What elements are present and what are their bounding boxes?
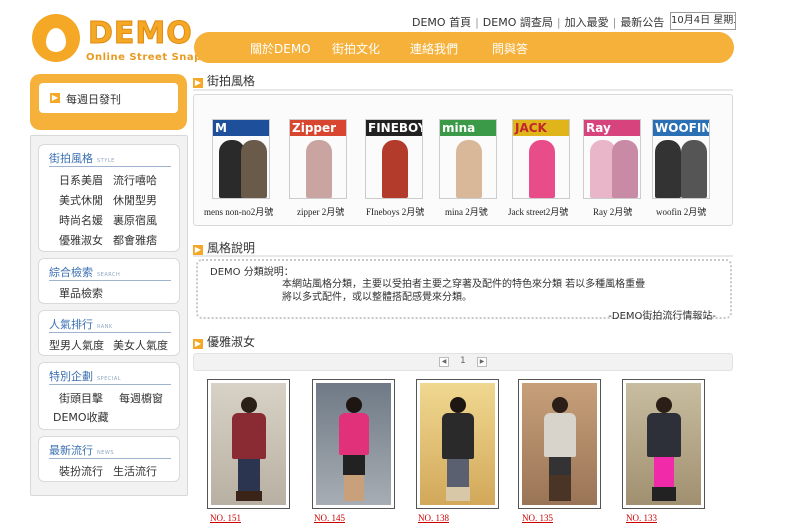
magazine-caption[interactable]: mina 2月號 bbox=[445, 205, 488, 218]
sidebar-item-jp-girl[interactable]: 日系美眉 bbox=[59, 172, 103, 188]
sidebar-section-style: 街拍風格 STYLE 日系美眉 流行嘻哈 美式休閒 休閒型男 時尚名媛 裏原宿風 … bbox=[38, 144, 180, 252]
section-title-street-style: ▶ 街拍風格 bbox=[193, 74, 256, 88]
magazine-cover[interactable]: FINEBOYS bbox=[365, 119, 423, 199]
street-photo[interactable] bbox=[207, 379, 290, 509]
photo-caption-link[interactable]: NO. 135 bbox=[522, 513, 553, 523]
description-heading: DEMO 分類說明： bbox=[210, 267, 294, 278]
street-photo[interactable] bbox=[416, 379, 499, 509]
magazine-caption[interactable]: Jack street2月號 bbox=[508, 205, 568, 218]
arrow-right-icon: ▶ bbox=[193, 78, 203, 88]
sidebar-item-weekly-window[interactable]: 每週櫥窗 bbox=[119, 390, 163, 406]
sidebar-item-demo-collection[interactable]: DEMO收藏 bbox=[53, 409, 109, 425]
sidebar-item-life-trend[interactable]: 生活流行 bbox=[113, 463, 157, 479]
weekly-label: 每週日發刊 bbox=[66, 93, 121, 106]
sidebar-section-rank: 人氣排行 RANK 型男人氣度 美女人氣度 bbox=[38, 310, 180, 356]
magazine-caption[interactable]: woofin 2月號 bbox=[656, 205, 706, 218]
sidebar-item-casual-men[interactable]: 休閒型男 bbox=[113, 192, 157, 208]
magazine-cover[interactable]: WOOFIN bbox=[652, 119, 710, 199]
toplink-home[interactable]: DEMO 首頁 bbox=[412, 16, 471, 29]
section-title: 綜合檢索 SEARCH bbox=[49, 266, 121, 279]
main-nav: 關於DEMO 街拍文化 連絡我們 問與答 bbox=[194, 32, 734, 63]
sidebar-item-women-rank[interactable]: 美女人氣度 bbox=[113, 337, 168, 353]
photo-caption-link[interactable]: NO. 145 bbox=[314, 513, 345, 523]
sidebar-section-search: 綜合檢索 SEARCH 單品檢索 bbox=[38, 258, 180, 304]
magazine-cover[interactable]: Zipper bbox=[289, 119, 347, 199]
section-title-elegant: ▶ 優雅淑女 bbox=[193, 335, 256, 349]
logo-subtitle: Online Street Snap bbox=[86, 52, 202, 63]
magazine-cover[interactable]: M bbox=[212, 119, 270, 199]
arrow-right-icon: ▶ bbox=[193, 339, 203, 349]
sidebar-item-us-casual[interactable]: 美式休閒 bbox=[59, 192, 103, 208]
nav-contact[interactable]: 連絡我們 bbox=[410, 40, 458, 57]
weekly-banner[interactable]: ▶ 每週日發刊 bbox=[30, 74, 187, 130]
sidebar-section-special: 特別企劃 SPECIAL 街頭目擊 每週櫥窗 DEMO收藏 bbox=[38, 362, 180, 430]
prev-page-button[interactable]: ◀ bbox=[439, 357, 449, 367]
description-text: 本網站風格分類，主要以受拍者主要之穿著及配件的特色來分類 若以多種風格重疊 將以… bbox=[282, 279, 646, 303]
arrow-right-icon: ▶ bbox=[193, 245, 203, 255]
street-photo[interactable] bbox=[622, 379, 705, 509]
nav-faq[interactable]: 問與答 bbox=[492, 40, 528, 57]
sidebar-item-hiphop[interactable]: 流行嘻哈 bbox=[113, 172, 157, 188]
next-page-button[interactable]: ▶ bbox=[477, 357, 487, 367]
top-links: DEMO 首頁 | DEMO 調查局 | 加入最愛 | 最新公告 bbox=[412, 16, 665, 29]
magazine-cover[interactable]: JACK bbox=[512, 119, 570, 199]
photo-caption-link[interactable]: NO. 151 bbox=[210, 513, 241, 523]
sidebar-item-elegant[interactable]: 優雅淑女 bbox=[59, 232, 103, 248]
date-display: 10月4日 星期三 bbox=[670, 12, 736, 30]
photo-caption-link[interactable]: NO. 133 bbox=[626, 513, 657, 523]
sidebar-item-socialite[interactable]: 時尚名媛 bbox=[59, 212, 103, 228]
site-logo[interactable]: DEMO Online Street Snap bbox=[30, 10, 201, 70]
magazine-caption[interactable]: Ray 2月號 bbox=[593, 205, 632, 218]
magazine-caption[interactable]: mens non-no2月號 bbox=[204, 205, 273, 218]
section-title: 特別企劃 SPECIAL bbox=[49, 370, 122, 383]
toplink-favorite[interactable]: 加入最愛 bbox=[565, 16, 609, 29]
section-title: 街拍風格 STYLE bbox=[49, 152, 115, 165]
toplink-announcement[interactable]: 最新公告 bbox=[620, 16, 664, 29]
street-photo[interactable] bbox=[312, 379, 395, 509]
sidebar-item-item-search[interactable]: 單品檢索 bbox=[59, 285, 103, 301]
sidebar-item-street-witness[interactable]: 街頭目擊 bbox=[59, 390, 103, 406]
section-title-style-desc: ▶ 風格說明 bbox=[193, 241, 256, 255]
sidebar: 街拍風格 STYLE 日系美眉 流行嘻哈 美式休閒 休閒型男 時尚名媛 裏原宿風 … bbox=[30, 135, 188, 496]
section-title: 最新流行 NEWS bbox=[49, 444, 115, 457]
arrow-right-icon: ▶ bbox=[50, 93, 60, 103]
magazine-caption[interactable]: zipper 2月號 bbox=[297, 205, 344, 218]
sidebar-item-ura-harajuku[interactable]: 裏原宿風 bbox=[113, 212, 157, 228]
nav-culture[interactable]: 街拍文化 bbox=[332, 40, 380, 57]
logo-icon bbox=[32, 14, 80, 62]
toplink-survey[interactable]: DEMO 調查局 bbox=[483, 16, 553, 29]
street-photo[interactable] bbox=[518, 379, 601, 509]
logo-text: DEMO bbox=[88, 16, 193, 52]
magazine-gallery: M Zipper FINEBOYS mina JACK Ray WOOFIN m… bbox=[193, 94, 733, 226]
description-signature: -DEMO街拍流行情報站- bbox=[608, 311, 716, 322]
sidebar-item-urban[interactable]: 都會雅痞 bbox=[113, 232, 157, 248]
sidebar-section-news: 最新流行 NEWS 裝扮流行 生活流行 bbox=[38, 436, 180, 482]
magazine-cover[interactable]: mina bbox=[439, 119, 497, 199]
page-number: 1 bbox=[460, 356, 466, 366]
nav-about[interactable]: 關於DEMO bbox=[250, 40, 311, 57]
magazine-caption[interactable]: FIneboys 2月號 bbox=[366, 205, 424, 218]
photo-caption-link[interactable]: NO. 138 bbox=[418, 513, 449, 523]
sidebar-item-fashion-trend[interactable]: 裝扮流行 bbox=[59, 463, 103, 479]
magazine-cover[interactable]: Ray bbox=[583, 119, 641, 199]
pagination: ◀ 1 ▶ bbox=[193, 353, 733, 371]
section-title: 人氣排行 RANK bbox=[49, 318, 113, 331]
style-description-box: DEMO 分類說明： 本網站風格分類，主要以受拍者主要之穿著及配件的特色來分類 … bbox=[196, 259, 732, 322]
sidebar-item-men-rank[interactable]: 型男人氣度 bbox=[49, 337, 104, 353]
